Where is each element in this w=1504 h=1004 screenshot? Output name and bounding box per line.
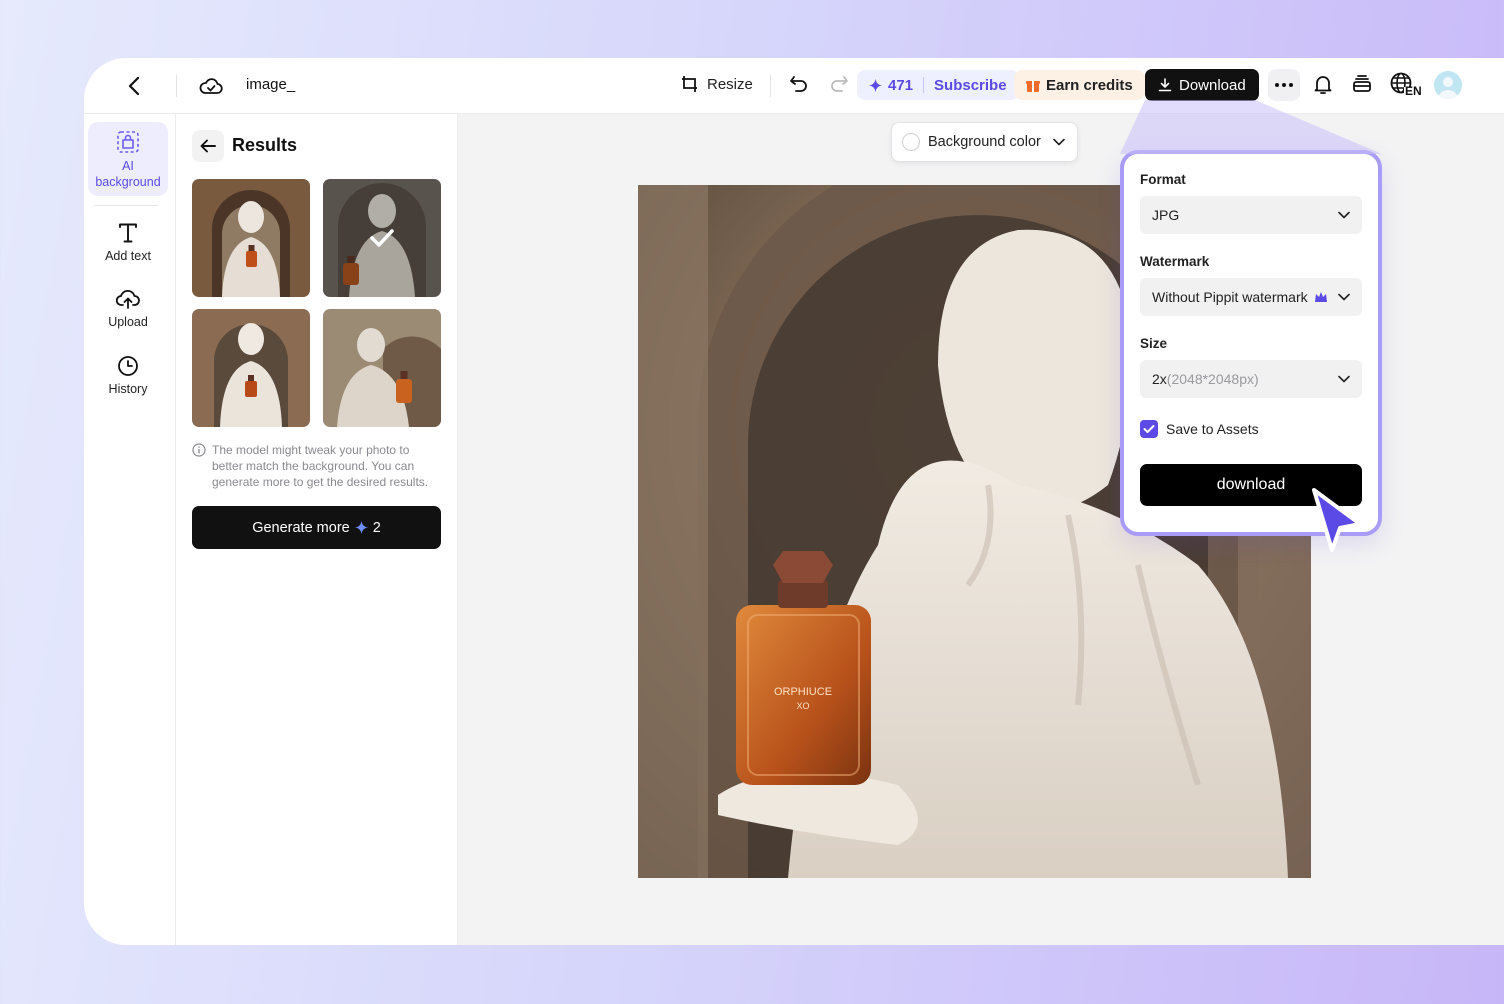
earn-credits-label: Earn credits xyxy=(1046,76,1133,94)
generate-cost: 2 xyxy=(372,519,381,536)
generate-label: Generate more xyxy=(252,519,350,536)
more-icon xyxy=(1275,83,1293,87)
undo-icon[interactable] xyxy=(789,74,809,94)
chevron-down-icon xyxy=(1338,375,1350,383)
mouse-cursor-icon xyxy=(1312,488,1362,552)
rail-item-upload[interactable]: Upload xyxy=(88,288,168,330)
save-to-assets-row[interactable]: Save to Assets xyxy=(1140,420,1259,438)
rail-label: Upload xyxy=(108,315,148,329)
stack-icon[interactable] xyxy=(1351,73,1373,95)
resize-label: Resize xyxy=(707,75,753,93)
generate-more-button[interactable]: Generate more 2 xyxy=(192,506,441,549)
svg-text:XO: XO xyxy=(796,701,809,711)
tool-rail: AI background Add text Upload History xyxy=(84,114,176,945)
size-value: 2x xyxy=(1152,371,1167,387)
upload-cloud-icon xyxy=(116,290,140,309)
background-color-label: Background color xyxy=(928,134,1041,150)
arrow-left-icon xyxy=(200,139,216,153)
info-icon xyxy=(192,443,206,457)
svg-text:ORPHIUCE: ORPHIUCE xyxy=(774,686,832,698)
language-code: EN xyxy=(1405,84,1422,98)
rail-item-ai-background[interactable]: AI background xyxy=(88,122,168,196)
file-name[interactable]: image_ xyxy=(246,76,295,93)
note-text: The model might tweak your photo to bett… xyxy=(212,443,429,489)
watermark-value: Without Pippit watermark xyxy=(1152,289,1308,305)
credits-pill[interactable]: 471 Subscribe xyxy=(857,70,1019,100)
resize-button[interactable]: Resize xyxy=(680,74,753,94)
watermark-label: Watermark xyxy=(1140,254,1210,269)
result-thumbnail[interactable] xyxy=(192,309,310,427)
size-label: Size xyxy=(1140,336,1168,351)
rail-label: History xyxy=(108,382,148,396)
size-select[interactable]: 2x(2048*2048px) xyxy=(1140,360,1362,398)
more-options-button[interactable] xyxy=(1268,69,1300,101)
watermark-select[interactable]: Without Pippit watermark xyxy=(1140,278,1362,316)
language-button[interactable]: EN xyxy=(1390,72,1422,100)
color-swatch xyxy=(902,133,920,151)
back-icon[interactable] xyxy=(122,74,146,98)
bell-icon[interactable] xyxy=(1312,73,1334,95)
sparkle-icon xyxy=(354,521,368,534)
gift-icon xyxy=(1026,81,1040,92)
ai-background-icon xyxy=(117,131,139,153)
results-back-button[interactable] xyxy=(192,130,224,162)
chevron-down-icon xyxy=(1338,293,1350,301)
cloud-sync-icon[interactable] xyxy=(198,73,224,99)
divider xyxy=(923,77,925,93)
divider xyxy=(94,205,158,206)
result-thumbnail[interactable] xyxy=(323,309,441,427)
save-to-assets-label: Save to Assets xyxy=(1166,421,1259,437)
rail-item-add-text[interactable]: Add text xyxy=(88,222,168,264)
editor-window: image_ Resize 471 Subscribe Earn credits… xyxy=(84,58,1504,945)
resize-icon xyxy=(682,76,697,92)
format-select[interactable]: JPG xyxy=(1140,196,1362,234)
subscribe-link[interactable]: Subscribe xyxy=(934,77,1007,94)
text-icon xyxy=(119,223,137,243)
avatar[interactable] xyxy=(1434,71,1462,99)
rail-label: AI background xyxy=(95,159,161,189)
divider xyxy=(770,75,771,97)
download-icon xyxy=(1158,78,1172,92)
download-label: Download xyxy=(1179,76,1246,94)
result-thumbnail-selected[interactable] xyxy=(323,179,441,297)
sparkle-icon xyxy=(869,78,882,92)
chevron-down-icon xyxy=(1338,211,1350,219)
generation-note: The model might tweak your photo to bett… xyxy=(192,442,442,490)
size-detail: (2048*2048px) xyxy=(1166,371,1259,387)
format-value: JPG xyxy=(1152,207,1180,223)
download-settings-popover: Format JPG Watermark Without Pippit wate… xyxy=(1120,150,1382,536)
crown-icon xyxy=(1314,292,1327,302)
redo-icon[interactable] xyxy=(829,74,849,94)
rail-label: Add text xyxy=(105,249,151,263)
results-panel: Results The model might tweak your photo… xyxy=(176,114,458,945)
background-color-dropdown[interactable]: Background color xyxy=(891,122,1078,162)
save-to-assets-checkbox[interactable] xyxy=(1140,420,1158,438)
earn-credits-button[interactable]: Earn credits xyxy=(1014,70,1145,100)
rail-item-history[interactable]: History xyxy=(88,355,168,397)
credits-count: 471 xyxy=(888,76,914,94)
clock-icon xyxy=(118,356,138,376)
download-button[interactable]: Download xyxy=(1145,69,1259,101)
top-bar: image_ Resize 471 Subscribe Earn credits… xyxy=(84,58,1504,114)
chevron-down-icon xyxy=(1053,138,1065,146)
format-label: Format xyxy=(1140,172,1186,187)
confirm-download-label: download xyxy=(1216,476,1286,493)
check-icon xyxy=(1143,425,1155,433)
divider xyxy=(176,75,177,97)
results-title: Results xyxy=(232,135,298,155)
result-thumbnail[interactable] xyxy=(192,179,310,297)
